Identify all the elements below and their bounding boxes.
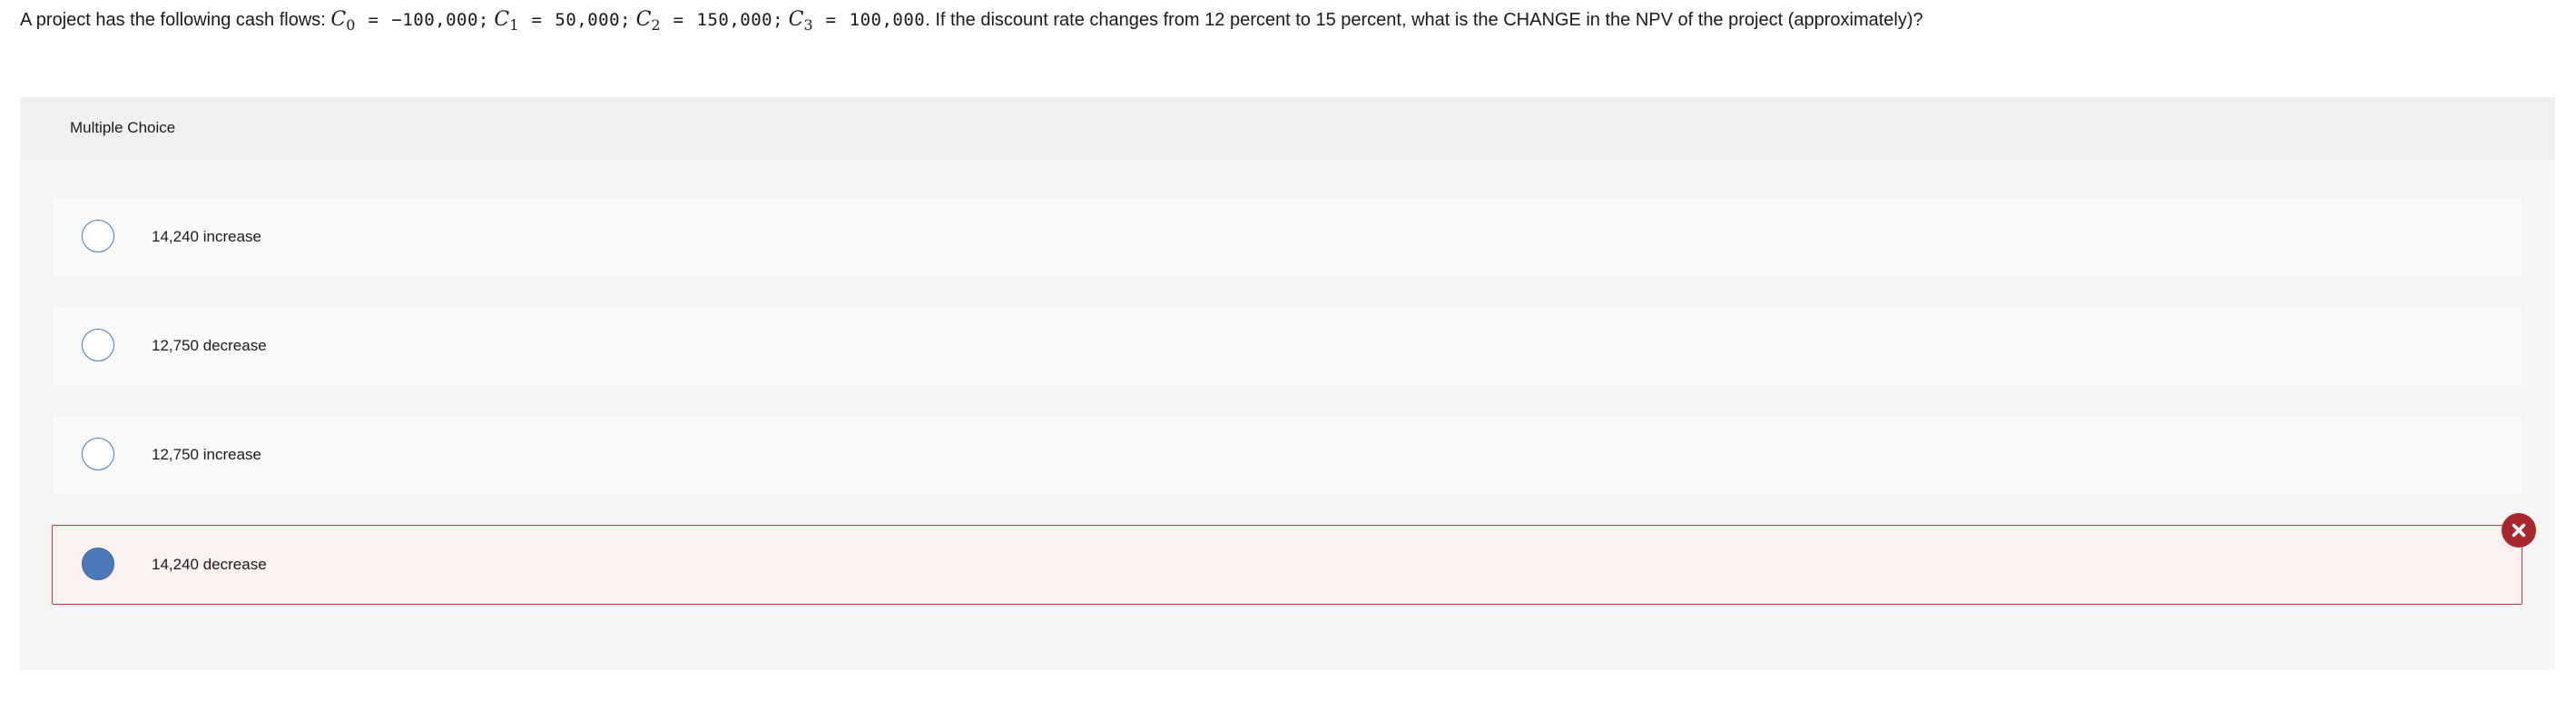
panel-title: Multiple Choice	[70, 119, 176, 136]
choice-label: 12,750 decrease	[152, 337, 267, 354]
cashflow-c3-var: C3	[788, 8, 813, 34]
question-intro: A project has the following cash flows:	[20, 10, 331, 30]
choice-label: 14,240 decrease	[152, 556, 267, 573]
choice-option-1[interactable]: 14,240 increase	[52, 197, 2522, 277]
radio-button[interactable]	[82, 329, 114, 361]
cashflow-c0-value: −100,000	[391, 10, 478, 30]
cashflow-c1-var: C1	[494, 8, 519, 34]
choice-option-2[interactable]: 12,750 decrease	[52, 306, 2522, 386]
panel-header: Multiple Choice	[20, 97, 2555, 160]
x-circle-icon	[2502, 513, 2536, 548]
radio-button[interactable]	[82, 438, 114, 470]
choice-label: 14,240 increase	[152, 228, 261, 245]
cashflow-c1-value: 50,000	[555, 10, 621, 30]
question-outro: . If the discount rate changes from 12 p…	[925, 10, 1923, 30]
cashflow-c2-value: 150,000	[696, 10, 773, 30]
choice-option-3[interactable]: 12,750 increase	[52, 415, 2522, 495]
radio-button[interactable]	[82, 220, 114, 252]
radio-button-selected[interactable]	[82, 548, 114, 580]
question-text: A project has the following cash flows: …	[20, 8, 1923, 34]
cashflow-c2-var: C2	[635, 8, 661, 34]
choice-label: 12,750 increase	[152, 446, 261, 463]
cashflow-c3-value: 100,000	[849, 10, 926, 30]
cashflow-c0-var: C0	[330, 8, 356, 34]
multiple-choice-panel: Multiple Choice 14,240 increase 12,750 d…	[20, 97, 2555, 670]
choice-option-4-selected[interactable]: 14,240 decrease	[52, 525, 2522, 605]
